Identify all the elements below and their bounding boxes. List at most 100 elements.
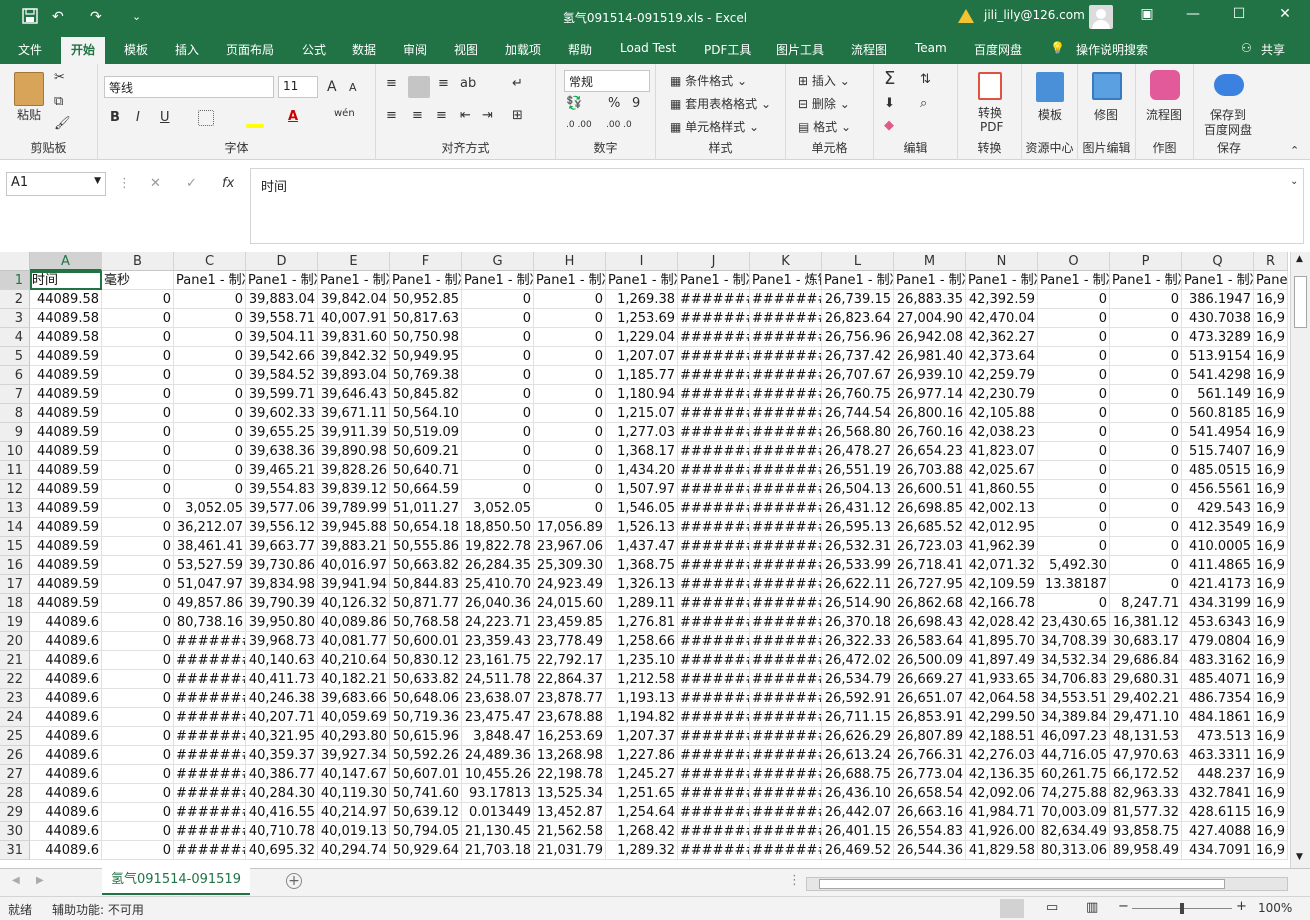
table-cell[interactable]: 44089.6 [30, 784, 102, 803]
table-cell[interactable]: 44089.59 [30, 366, 102, 385]
table-cell[interactable]: 40,207.71 [246, 708, 318, 727]
table-cell[interactable]: 39,911.39 [318, 423, 390, 442]
table-cell[interactable]: 44089.59 [30, 518, 102, 537]
column-header-o[interactable]: O [1038, 252, 1110, 271]
table-cell[interactable]: 23,878.77 [534, 689, 606, 708]
table-cell[interactable]: 26,977.14 [894, 385, 966, 404]
wrap-text-icon[interactable]: ↵ [512, 76, 523, 91]
table-cell[interactable]: 485.4071 [1182, 670, 1254, 689]
table-cell[interactable]: 0 [534, 480, 606, 499]
table-cell[interactable]: 26,663.16 [894, 803, 966, 822]
table-cell[interactable]: 89,958.49 [1110, 841, 1182, 860]
table-cell[interactable]: 0 [102, 651, 174, 670]
horizontal-scrollbar[interactable] [806, 877, 1288, 891]
table-cell[interactable]: 49,857.86 [174, 594, 246, 613]
table-cell[interactable]: 0 [102, 347, 174, 366]
table-cell[interactable]: 16,9 [1254, 727, 1288, 746]
table-cell[interactable]: 16,9 [1254, 651, 1288, 670]
table-cell[interactable]: 40,059.69 [318, 708, 390, 727]
table-cell[interactable]: ####### [750, 708, 822, 727]
table-cell[interactable]: ####### [678, 651, 750, 670]
table-cell[interactable]: 42,136.35 [966, 765, 1038, 784]
table-cell[interactable]: 39,927.34 [318, 746, 390, 765]
table-cell[interactable]: 29,686.84 [1110, 651, 1182, 670]
table-cell[interactable]: ####### [750, 461, 822, 480]
tab-file[interactable]: 文件 [18, 41, 42, 58]
row-header[interactable]: 4 [0, 328, 30, 347]
table-cell[interactable]: ####### [750, 803, 822, 822]
table-cell[interactable]: ####### [678, 632, 750, 651]
table-cell[interactable]: 434.7091 [1182, 841, 1254, 860]
table-cell[interactable]: 41,829.58 [966, 841, 1038, 860]
shrink-font-button[interactable]: A [349, 81, 357, 94]
table-cell[interactable]: 29,471.10 [1110, 708, 1182, 727]
tab-insert[interactable]: 插入 [175, 41, 199, 58]
table-cell[interactable]: 13.38187 [1038, 575, 1110, 594]
table-cell[interactable]: 40,284.30 [246, 784, 318, 803]
table-cell[interactable]: 0 [1110, 499, 1182, 518]
table-cell[interactable]: 23,430.65 [1038, 613, 1110, 632]
table-cell[interactable]: 0 [1038, 328, 1110, 347]
table-cell[interactable]: 26,862.68 [894, 594, 966, 613]
sheet-tab-active[interactable]: 氢气091514-091519 [102, 868, 250, 895]
table-cell[interactable]: 39,883.21 [318, 537, 390, 556]
column-header-f[interactable]: F [390, 252, 462, 271]
table-cell[interactable]: 39,890.98 [318, 442, 390, 461]
table-cell[interactable]: 453.6343 [1182, 613, 1254, 632]
table-cell[interactable]: ####### [174, 670, 246, 689]
row-header[interactable]: 3 [0, 309, 30, 328]
table-cell[interactable]: 0 [1110, 442, 1182, 461]
paste-button[interactable]: 粘贴 [17, 106, 41, 123]
table-cell[interactable]: 26,595.13 [822, 518, 894, 537]
table-cell[interactable]: 429.543 [1182, 499, 1254, 518]
table-cell[interactable]: 26,504.13 [822, 480, 894, 499]
table-cell[interactable]: 44089.6 [30, 670, 102, 689]
table-cell[interactable]: 50,615.96 [390, 727, 462, 746]
table-cell[interactable]: 26,431.12 [822, 499, 894, 518]
table-cell[interactable]: 0 [1038, 385, 1110, 404]
table-cell[interactable]: 16,9 [1254, 442, 1288, 461]
header-cell[interactable]: Pane1 - 制冷 [678, 271, 750, 290]
table-cell[interactable]: 39,950.80 [246, 613, 318, 632]
table-cell[interactable]: 41,984.71 [966, 803, 1038, 822]
flowchart-icon[interactable] [1150, 70, 1180, 100]
table-cell[interactable]: 26,469.52 [822, 841, 894, 860]
table-cell[interactable]: 26,760.16 [894, 423, 966, 442]
table-cell[interactable]: 26,942.08 [894, 328, 966, 347]
header-cell[interactable]: Pane1 - 制冷 [390, 271, 462, 290]
scroll-up-icon[interactable]: ▲ [1296, 254, 1303, 264]
table-cell[interactable]: 0 [102, 461, 174, 480]
table-cell[interactable]: 0 [1110, 461, 1182, 480]
table-cell[interactable]: 40,246.38 [246, 689, 318, 708]
table-cell[interactable]: 60,261.75 [1038, 765, 1110, 784]
copy-icon[interactable]: ⧉ [54, 94, 63, 109]
table-cell[interactable]: 44089.59 [30, 575, 102, 594]
insert-function-icon[interactable]: fx [222, 176, 234, 191]
table-cell[interactable]: 36,212.07 [174, 518, 246, 537]
table-cell[interactable]: 40,359.37 [246, 746, 318, 765]
cut-icon[interactable]: ✂ [54, 70, 65, 85]
table-cell[interactable]: 50,768.58 [390, 613, 462, 632]
table-cell[interactable]: 24,923.49 [534, 575, 606, 594]
table-cell[interactable]: 26,718.41 [894, 556, 966, 575]
table-cell[interactable]: 479.0804 [1182, 632, 1254, 651]
row-header[interactable]: 18 [0, 594, 30, 613]
table-cell[interactable]: 16,9 [1254, 670, 1288, 689]
row-header[interactable]: 11 [0, 461, 30, 480]
table-cell[interactable]: 39,831.60 [318, 328, 390, 347]
table-cell[interactable]: 483.3162 [1182, 651, 1254, 670]
table-cell[interactable]: 26,703.88 [894, 461, 966, 480]
vertical-scroll-thumb[interactable] [1294, 276, 1307, 328]
table-cell[interactable]: 27,004.90 [894, 309, 966, 328]
row-header[interactable]: 27 [0, 765, 30, 784]
delete-cells-button[interactable]: ⊟ 删除 ⌄ [798, 95, 850, 112]
table-cell[interactable]: 428.6115 [1182, 803, 1254, 822]
table-cell[interactable]: 44089.58 [30, 328, 102, 347]
table-cell[interactable]: 0 [1110, 328, 1182, 347]
table-cell[interactable]: 0 [1110, 290, 1182, 309]
table-cell[interactable]: 0 [102, 765, 174, 784]
table-cell[interactable]: 1,289.32 [606, 841, 678, 860]
enter-icon[interactable]: ✓ [186, 176, 197, 191]
table-cell[interactable]: 0 [102, 309, 174, 328]
table-cell[interactable]: ####### [678, 385, 750, 404]
